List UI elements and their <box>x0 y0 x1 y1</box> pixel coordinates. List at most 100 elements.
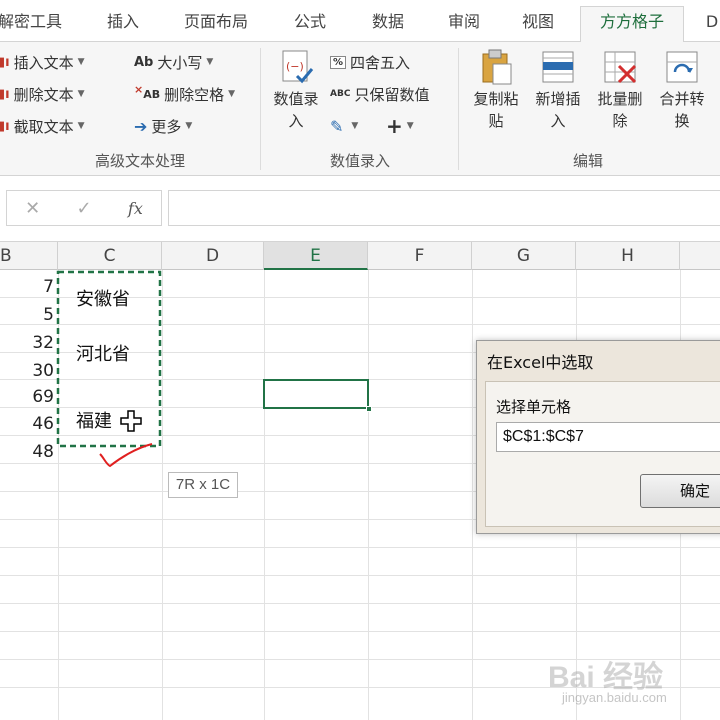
grid-line <box>0 575 720 576</box>
more-label: 更多 <box>151 117 182 136</box>
excel-window: 解密工具 插入 页面布局 公式 数据 审阅 视图 方方格子 D ▮ı 插入文本 … <box>0 0 720 720</box>
dialog-label: 选择单元格 <box>496 398 572 416</box>
merge-convert-icon <box>663 48 701 86</box>
grid-line <box>0 547 720 548</box>
round-label: 四舍五入 <box>350 53 411 72</box>
clipboard-icon <box>477 48 515 86</box>
cell-cursor-icon <box>120 410 142 432</box>
confirm-icon[interactable]: ✓ <box>77 198 92 219</box>
cell-b5[interactable]: 69 <box>0 384 56 410</box>
keep-value-label: 只保留数值 <box>354 85 430 104</box>
insert-text-icon: ▮ı <box>0 54 10 70</box>
group-separator <box>260 48 261 170</box>
insert-text-label: 插入文本 <box>13 53 74 72</box>
remove-space-icon: ×AB <box>134 82 161 101</box>
cell-b1[interactable]: 7 <box>0 274 56 300</box>
tab-fangfang-gezi[interactable]: 方方格子 <box>580 6 684 43</box>
delete-text-label: 删除文本 <box>13 85 74 104</box>
column-header-f[interactable]: F <box>368 242 472 270</box>
ok-button[interactable]: 确定 <box>640 474 720 508</box>
grid-line <box>264 270 265 720</box>
dropdown-caret-icon: ▼ <box>351 121 359 131</box>
cell-b2[interactable]: 5 <box>0 302 56 328</box>
group-separator <box>458 48 459 170</box>
case-icon: Ab <box>134 54 154 70</box>
cell-b6[interactable]: 46 <box>0 411 56 437</box>
change-case-button[interactable]: Ab 大小写 ▼ <box>134 50 213 74</box>
column-headers: B C D E F G H <box>0 242 720 270</box>
arrow-right-icon: ➔ <box>134 116 148 136</box>
tab-decrypt-tools[interactable]: 解密工具 <box>0 8 68 36</box>
cell-b3[interactable]: 32 <box>0 330 56 356</box>
formula-buttons: ✕ ✓ fx <box>6 190 162 226</box>
tab-page-layout[interactable]: 页面布局 <box>178 8 254 36</box>
tab-data[interactable]: 数据 <box>366 8 410 36</box>
group-label-text: 高级文本处理 <box>94 152 185 170</box>
column-header-d[interactable]: D <box>162 242 264 270</box>
column-header-e[interactable]: E <box>264 242 368 270</box>
batch-delete-label: 批量删除 <box>597 90 643 130</box>
insert-function-icon[interactable]: fx <box>128 199 143 218</box>
more-button[interactable]: ➔ 更多 ▼ <box>134 114 192 138</box>
dropdown-caret-icon: ▼ <box>228 89 236 99</box>
value-entry-button[interactable]: (−) 数值录入 <box>266 48 326 132</box>
round-button[interactable]: % 四舍五入 <box>330 50 410 74</box>
cell-b4[interactable]: 30 <box>0 358 56 384</box>
dropdown-caret-icon: ▼ <box>77 89 85 99</box>
tab-developer[interactable]: D <box>700 8 720 36</box>
dropdown-caret-icon: ▼ <box>185 121 193 131</box>
merge-convert-label: 合并转换 <box>659 90 705 130</box>
keep-value-button[interactable]: ABC 只保留数值 <box>330 82 429 106</box>
insert-rows-icon <box>539 48 577 86</box>
column-header-h[interactable]: H <box>576 242 680 270</box>
cell-b7[interactable]: 48 <box>0 439 56 465</box>
insert-text-button[interactable]: ▮ı 插入文本 ▼ <box>0 50 85 74</box>
plus-button[interactable]: + ▼ <box>386 114 414 138</box>
select-range-dialog: 在Excel中选取 选择单元格 $C$1:$C$7 确定 <box>476 340 720 534</box>
checkmark-annotation-icon <box>99 443 153 468</box>
tab-view[interactable]: 视图 <box>516 8 560 36</box>
column-header-g[interactable]: G <box>472 242 576 270</box>
dialog-title: 在Excel中选取 <box>487 353 594 372</box>
selection-size-tooltip: 7R x 1C <box>168 472 238 498</box>
cut-text-icon: ▮ı <box>0 118 10 134</box>
column-header-c[interactable]: C <box>58 242 162 270</box>
merge-convert-button[interactable]: 合并转换 <box>652 48 712 132</box>
range-input[interactable]: $C$1:$C$7 <box>496 422 720 452</box>
ribbon-tabs: 解密工具 插入 页面布局 公式 数据 审阅 视图 方方格子 D <box>0 0 720 43</box>
plus-icon: + <box>386 114 403 138</box>
copy-paste-button[interactable]: 复制粘贴 <box>466 48 526 132</box>
remove-space-button[interactable]: ×AB 删除空格 ▼ <box>134 82 235 106</box>
watermark-url: jingyan.baidu.com <box>562 690 667 705</box>
round-icon: % <box>330 55 347 69</box>
cut-text-button[interactable]: ▮ı 截取文本 ▼ <box>0 114 85 138</box>
cancel-icon[interactable]: ✕ <box>25 198 40 219</box>
active-cell[interactable] <box>263 379 372 412</box>
group-label-edit: 编辑 <box>572 152 603 170</box>
fill-handle[interactable] <box>366 406 372 412</box>
delete-text-button[interactable]: ▮ı 删除文本 ▼ <box>0 82 85 106</box>
change-case-label: 大小写 <box>157 53 203 72</box>
dropdown-caret-icon: ▼ <box>77 57 85 67</box>
add-insert-label: 新增插入 <box>535 90 581 130</box>
copy-selection-marquee <box>56 270 162 448</box>
grid-line <box>0 603 720 604</box>
grid-line <box>472 270 473 720</box>
keep-value-icon: ABC <box>330 89 351 99</box>
copy-paste-label: 复制粘贴 <box>473 90 519 130</box>
batch-delete-icon <box>601 48 639 86</box>
edit-icon: ✎ <box>330 116 344 136</box>
delete-text-icon: ▮ı <box>0 86 10 102</box>
tab-formulas[interactable]: 公式 <box>288 8 332 36</box>
tab-insert[interactable]: 插入 <box>98 8 148 36</box>
grid-line <box>0 631 720 632</box>
formula-bar: ✕ ✓ fx <box>0 176 720 242</box>
add-insert-button[interactable]: 新增插入 <box>528 48 588 132</box>
tab-review[interactable]: 审阅 <box>442 8 486 36</box>
grid-line <box>368 270 369 720</box>
batch-delete-button[interactable]: 批量删除 <box>590 48 650 132</box>
formula-input[interactable] <box>168 190 720 226</box>
edit-value-button[interactable]: ✎ ▼ <box>330 114 358 138</box>
dialog-body: 选择单元格 $C$1:$C$7 确定 <box>485 381 720 527</box>
column-header-b[interactable]: B <box>0 242 58 270</box>
